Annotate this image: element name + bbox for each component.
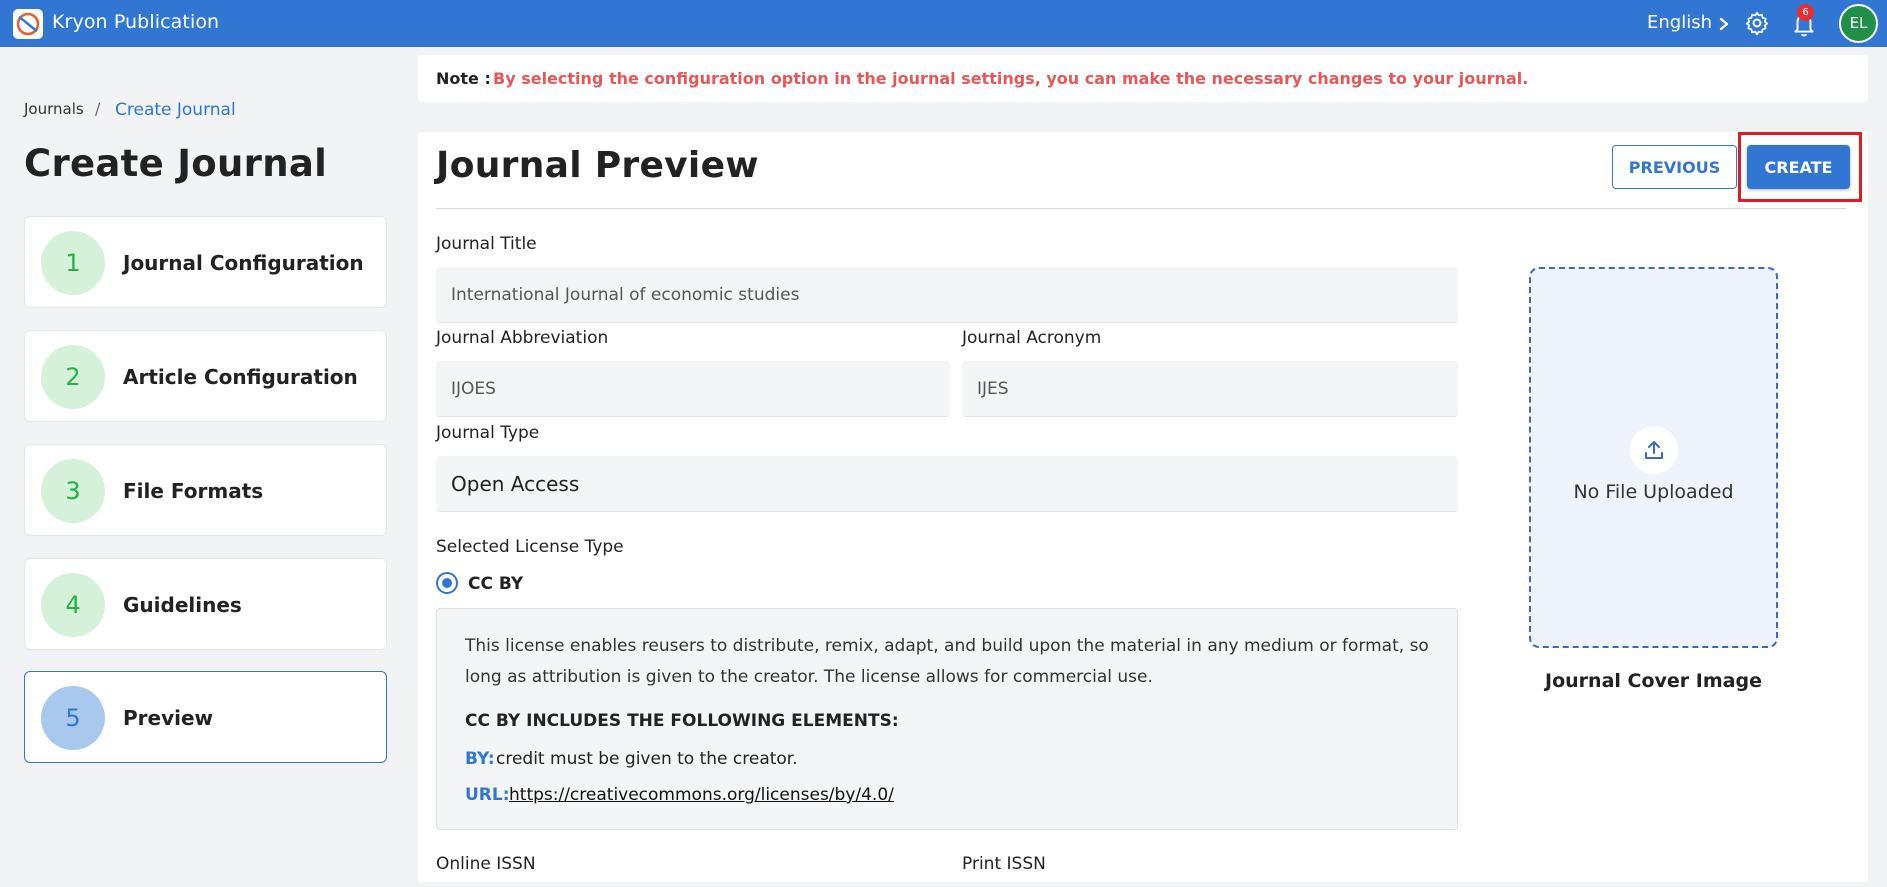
preview-title: Journal Preview bbox=[436, 145, 759, 186]
journal-type-value: Open Access bbox=[451, 472, 580, 496]
step-number: 4 bbox=[41, 573, 105, 637]
step-label: Journal Configuration bbox=[123, 251, 364, 275]
step-label: File Formats bbox=[123, 479, 264, 503]
upload-icon[interactable] bbox=[1630, 426, 1678, 474]
note-bar: Note : By selecting the configuration op… bbox=[418, 55, 1868, 102]
journal-title-field[interactable]: International Journal of economic studie… bbox=[436, 267, 1458, 323]
chevron-right-icon[interactable] bbox=[1718, 14, 1730, 34]
step-number: 2 bbox=[41, 345, 105, 409]
step-label: Guidelines bbox=[123, 593, 242, 617]
journal-abbreviation-value: IJOES bbox=[451, 379, 496, 399]
app-title: Kryon Publication bbox=[52, 11, 220, 33]
license-by-key: BY: bbox=[465, 749, 495, 769]
journal-abbreviation-label: Journal Abbreviation bbox=[436, 328, 609, 348]
journal-acronym-label: Journal Acronym bbox=[962, 328, 1102, 348]
journal-abbreviation-field[interactable]: IJOES bbox=[436, 361, 950, 417]
journal-preview-card: Journal Preview PREVIOUS CREATE Journal … bbox=[418, 132, 1868, 882]
previous-button[interactable]: PREVIOUS bbox=[1612, 145, 1737, 189]
cover-image-caption: Journal Cover Image bbox=[1545, 670, 1762, 692]
step-file-formats[interactable]: 3 File Formats bbox=[24, 444, 387, 536]
journal-acronym-field[interactable]: IJES bbox=[962, 361, 1458, 417]
license-elements-heading: CC BY INCLUDES THE FOLLOWING ELEMENTS: bbox=[465, 711, 899, 731]
license-radio-cc-by[interactable] bbox=[436, 572, 458, 594]
step-preview[interactable]: 5 Preview bbox=[24, 671, 387, 763]
gear-icon[interactable] bbox=[1744, 10, 1770, 36]
license-by-value: credit must be given to the creator. bbox=[496, 749, 798, 769]
cover-status-text: No File Uploaded bbox=[1573, 481, 1734, 503]
user-avatar[interactable]: EL bbox=[1839, 4, 1878, 43]
license-url-link[interactable]: https://creativecommons.org/licenses/by/… bbox=[509, 785, 894, 805]
license-details-box: This license enables reusers to distribu… bbox=[436, 608, 1458, 830]
breadcrumb-separator: / bbox=[95, 99, 101, 118]
breadcrumb-journals[interactable]: Journals bbox=[24, 100, 84, 118]
divider bbox=[436, 208, 1846, 209]
step-label: Preview bbox=[123, 706, 214, 730]
breadcrumb-create-journal[interactable]: Create Journal bbox=[115, 100, 236, 120]
journal-acronym-value: IJES bbox=[977, 379, 1009, 399]
step-guidelines[interactable]: 4 Guidelines bbox=[24, 558, 387, 650]
license-description: This license enables reusers to distribu… bbox=[465, 636, 1429, 687]
license-url-key: URL: bbox=[465, 785, 510, 805]
note-label: Note : bbox=[436, 69, 491, 88]
language-selector[interactable]: English bbox=[1647, 12, 1712, 33]
step-number: 3 bbox=[41, 459, 105, 523]
app-logo[interactable] bbox=[13, 9, 43, 39]
note-text: By selecting the configuration option in… bbox=[493, 69, 1529, 88]
step-number: 5 bbox=[41, 686, 105, 750]
license-option-label[interactable]: CC BY bbox=[468, 574, 523, 594]
page-title: Create Journal bbox=[24, 142, 328, 185]
journal-type-field[interactable]: Open Access bbox=[436, 456, 1458, 512]
journal-type-label: Journal Type bbox=[436, 423, 540, 443]
step-journal-configuration[interactable]: 1 Journal Configuration bbox=[24, 216, 387, 308]
step-number: 1 bbox=[41, 231, 105, 295]
step-article-configuration[interactable]: 2 Article Configuration bbox=[24, 330, 387, 422]
journal-title-value: International Journal of economic studie… bbox=[451, 285, 800, 305]
create-button[interactable]: CREATE bbox=[1747, 145, 1850, 189]
print-issn-label: Print ISSN bbox=[962, 854, 1046, 874]
online-issn-label: Online ISSN bbox=[436, 854, 536, 874]
notification-badge: 6 bbox=[1797, 4, 1814, 21]
step-label: Article Configuration bbox=[123, 365, 358, 389]
journal-title-label: Journal Title bbox=[436, 234, 537, 254]
top-bar: Kryon Publication English 6 EL bbox=[0, 0, 1887, 47]
cover-image-dropzone[interactable]: No File Uploaded bbox=[1529, 267, 1778, 648]
license-type-label: Selected License Type bbox=[436, 537, 624, 557]
